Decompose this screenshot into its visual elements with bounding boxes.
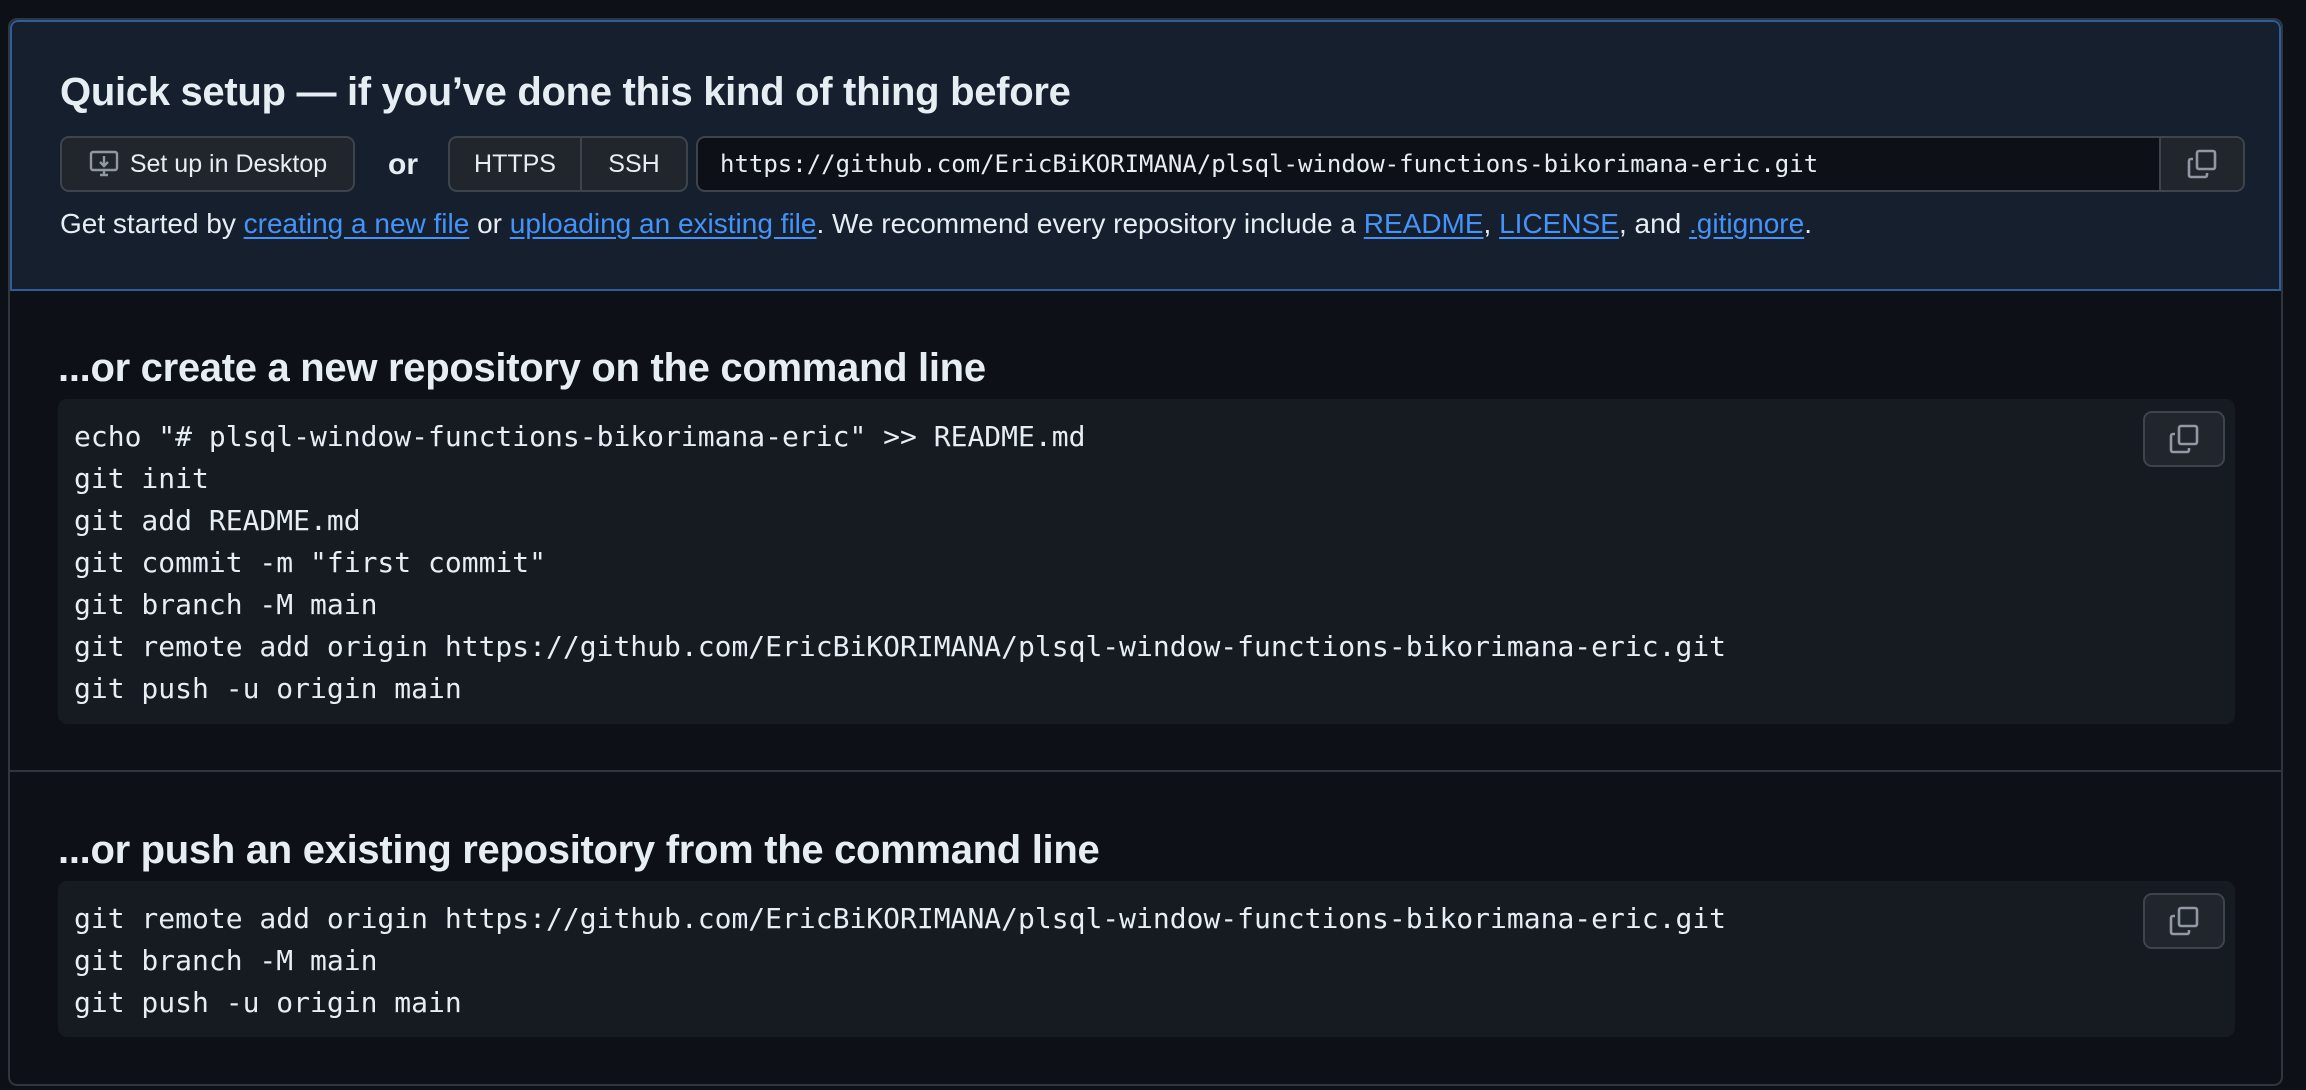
license-link[interactable]: LICENSE — [1499, 208, 1619, 239]
help-end: . — [1804, 208, 1812, 239]
code-line: echo "# plsql-window-functions-bikoriman… — [74, 420, 1086, 453]
push-existing-code-block: git remote add origin https://github.com… — [58, 881, 2235, 1037]
quick-setup-panel: Quick setup — if you’ve done this kind o… — [10, 20, 2281, 291]
copy-push-existing-button[interactable] — [2143, 893, 2225, 949]
clone-url-field — [696, 136, 2245, 192]
quick-setup-title: Quick setup — if you’ve done this kind o… — [60, 70, 1071, 114]
code-line: git remote add origin https://github.com… — [74, 902, 1727, 935]
help-and: , and — [1618, 208, 1689, 239]
copy-url-button[interactable] — [2159, 138, 2243, 190]
code-line: git branch -M main — [74, 944, 378, 977]
code-line: git add README.md — [74, 504, 361, 537]
https-button[interactable]: HTTPS — [450, 138, 582, 190]
help-middle: . We recommend every repository include … — [816, 208, 1364, 239]
copy-icon — [2187, 149, 2217, 179]
clone-url-input[interactable] — [698, 138, 2159, 190]
push-existing-title: ...or push an existing repository from t… — [58, 828, 1100, 872]
copy-icon — [2169, 906, 2199, 936]
new-repo-title: ...or create a new repository on the com… — [58, 346, 986, 390]
copy-icon — [2169, 424, 2199, 454]
code-line: git remote add origin https://github.com… — [74, 630, 1727, 663]
help-prefix: Get started by — [60, 208, 244, 239]
code-line: git init — [74, 462, 209, 495]
creating-new-file-link[interactable]: creating a new file — [244, 208, 470, 239]
ssh-button[interactable]: SSH — [582, 138, 686, 190]
readme-link[interactable]: README — [1364, 208, 1484, 239]
gitignore-link[interactable]: .gitignore — [1689, 208, 1804, 239]
setup-in-desktop-button[interactable]: Set up in Desktop — [60, 136, 355, 192]
section-divider — [10, 770, 2281, 772]
code-line: git branch -M main — [74, 588, 378, 621]
desktop-download-icon — [89, 150, 119, 177]
uploading-existing-file-link[interactable]: uploading an existing file — [510, 208, 817, 239]
new-repo-code-block: echo "# plsql-window-functions-bikoriman… — [58, 399, 2235, 724]
code-line: git push -u origin main — [74, 986, 462, 1019]
help-or: or — [469, 208, 510, 239]
quick-setup-container: Quick setup — if you’ve done this kind o… — [8, 18, 2283, 1086]
code-line: git commit -m "first commit" — [74, 546, 547, 579]
getting-started-text: Get started by creating a new file or up… — [60, 208, 1812, 240]
code-line: git push -u origin main — [74, 672, 462, 705]
setup-in-desktop-label: Set up in Desktop — [129, 149, 328, 178]
copy-new-repo-button[interactable] — [2143, 411, 2225, 467]
or-label: or — [388, 148, 418, 181]
protocol-toggle: HTTPS SSH — [448, 136, 688, 192]
help-comma: , — [1483, 208, 1500, 239]
